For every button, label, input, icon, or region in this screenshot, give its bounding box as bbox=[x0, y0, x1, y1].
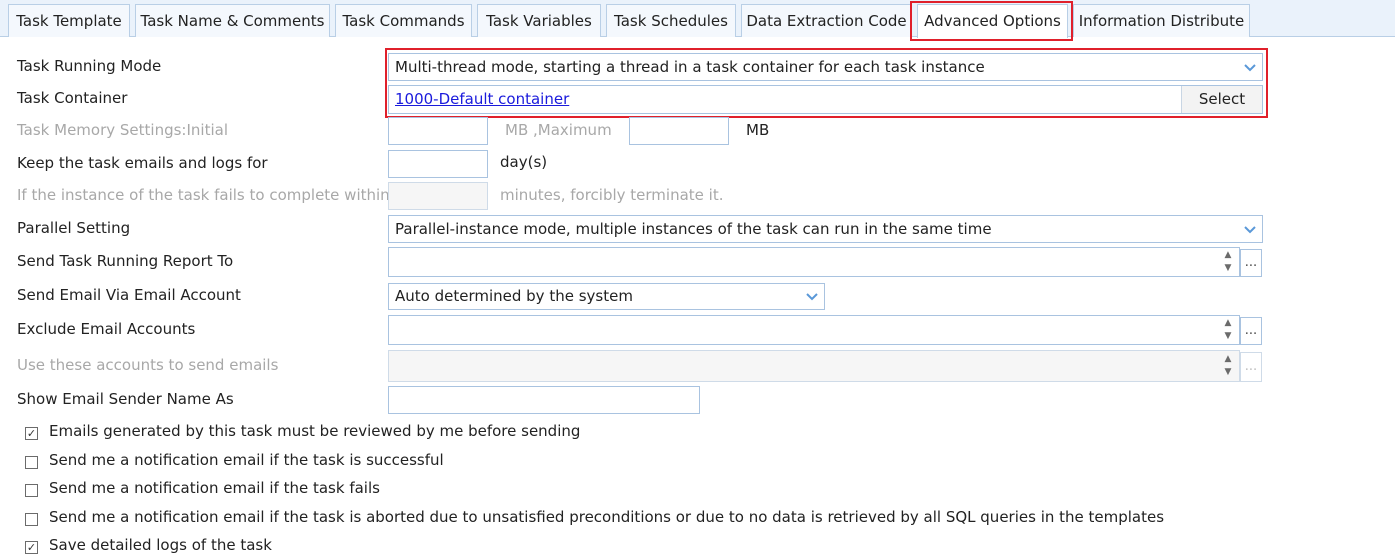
email-account-select[interactable]: Auto determined by the system bbox=[388, 283, 825, 310]
tab-task-commands[interactable]: Task Commands bbox=[335, 4, 472, 37]
memory-mid-text: MB ,Maximum bbox=[505, 121, 612, 139]
parallel-value: Parallel-instance mode, multiple instanc… bbox=[395, 220, 992, 238]
memory-unit-text: MB bbox=[746, 121, 770, 139]
tab-task-variables[interactable]: Task Variables bbox=[477, 4, 601, 37]
tab-task-name-comments[interactable]: Task Name & Comments bbox=[135, 4, 330, 37]
parallel-label: Parallel Setting bbox=[17, 219, 131, 237]
spin-up-icon[interactable]: ▲ bbox=[1221, 318, 1235, 328]
running-mode-value: Multi-thread mode, starting a thread in … bbox=[395, 58, 985, 76]
running-mode-select[interactable]: Multi-thread mode, starting a thread in … bbox=[388, 53, 1263, 81]
exclude-accounts-input[interactable] bbox=[388, 315, 1240, 345]
chevron-down-icon bbox=[802, 284, 822, 309]
tab-advanced-options[interactable]: Advanced Options bbox=[917, 4, 1068, 38]
use-accounts-browse-button[interactable]: ... bbox=[1240, 352, 1262, 382]
container-select-button[interactable]: Select bbox=[1181, 86, 1262, 113]
use-accounts-input[interactable] bbox=[388, 350, 1240, 382]
timeout-label: If the instance of the task fails to com… bbox=[17, 186, 390, 204]
timeout-suffix: minutes, forcibly terminate it. bbox=[500, 186, 724, 204]
report-to-browse-button[interactable]: ... bbox=[1240, 249, 1262, 277]
keep-logs-input[interactable] bbox=[388, 150, 488, 178]
running-mode-label: Task Running Mode bbox=[17, 57, 162, 75]
spin-up-icon[interactable]: ▲ bbox=[1221, 354, 1235, 364]
tab-information-distribute[interactable]: Information Distribute bbox=[1073, 4, 1250, 37]
spin-up-icon[interactable]: ▲ bbox=[1221, 250, 1235, 260]
sender-name-label: Show Email Sender Name As bbox=[17, 390, 234, 408]
notify-fail-label: Send me a notification email if the task… bbox=[49, 479, 380, 497]
save-logs-checkbox[interactable]: ✓ bbox=[25, 541, 38, 554]
notify-success-label: Send me a notification email if the task… bbox=[49, 451, 444, 469]
email-account-value: Auto determined by the system bbox=[395, 287, 633, 305]
use-accounts-label: Use these accounts to send emails bbox=[17, 356, 279, 374]
memory-label: Task Memory Settings:Initial bbox=[17, 121, 228, 139]
notify-success-checkbox[interactable] bbox=[25, 456, 38, 469]
exclude-accounts-label: Exclude Email Accounts bbox=[17, 320, 196, 338]
container-label: Task Container bbox=[17, 89, 128, 107]
notify-fail-checkbox[interactable] bbox=[25, 484, 38, 497]
chevron-down-icon bbox=[1240, 216, 1260, 242]
spin-down-icon[interactable]: ▼ bbox=[1221, 331, 1235, 341]
sender-name-input[interactable] bbox=[388, 386, 700, 414]
timeout-input[interactable] bbox=[388, 182, 488, 210]
tab-bar: Task Template Task Name & Comments Task … bbox=[0, 0, 1395, 38]
tab-data-extraction-code[interactable]: Data Extraction Code bbox=[741, 4, 912, 37]
save-logs-label: Save detailed logs of the task bbox=[49, 536, 272, 554]
parallel-select[interactable]: Parallel-instance mode, multiple instanc… bbox=[388, 215, 1263, 243]
tab-task-template[interactable]: Task Template bbox=[8, 4, 130, 37]
report-to-input[interactable] bbox=[388, 247, 1240, 277]
spin-down-icon[interactable]: ▼ bbox=[1221, 367, 1235, 377]
container-link[interactable]: 1000-Default container bbox=[395, 86, 569, 113]
notify-aborted-label: Send me a notification email if the task… bbox=[49, 508, 1165, 526]
exclude-accounts-browse-button[interactable]: ... bbox=[1240, 317, 1262, 345]
chevron-down-icon bbox=[1240, 54, 1260, 80]
review-emails-label: Emails generated by this task must be re… bbox=[49, 422, 581, 440]
tab-task-schedules[interactable]: Task Schedules bbox=[606, 4, 736, 37]
container-field: 1000-Default container Select bbox=[388, 85, 1263, 114]
keep-logs-unit: day(s) bbox=[500, 153, 548, 171]
email-account-label: Send Email Via Email Account bbox=[17, 286, 241, 304]
report-to-label: Send Task Running Report To bbox=[17, 252, 234, 270]
spin-down-icon[interactable]: ▼ bbox=[1221, 263, 1235, 273]
notify-aborted-checkbox[interactable] bbox=[25, 513, 38, 526]
keep-logs-label: Keep the task emails and logs for bbox=[17, 154, 268, 172]
memory-maximum-input[interactable] bbox=[629, 117, 729, 145]
memory-initial-input[interactable] bbox=[388, 117, 488, 145]
review-emails-checkbox[interactable]: ✓ bbox=[25, 427, 38, 440]
